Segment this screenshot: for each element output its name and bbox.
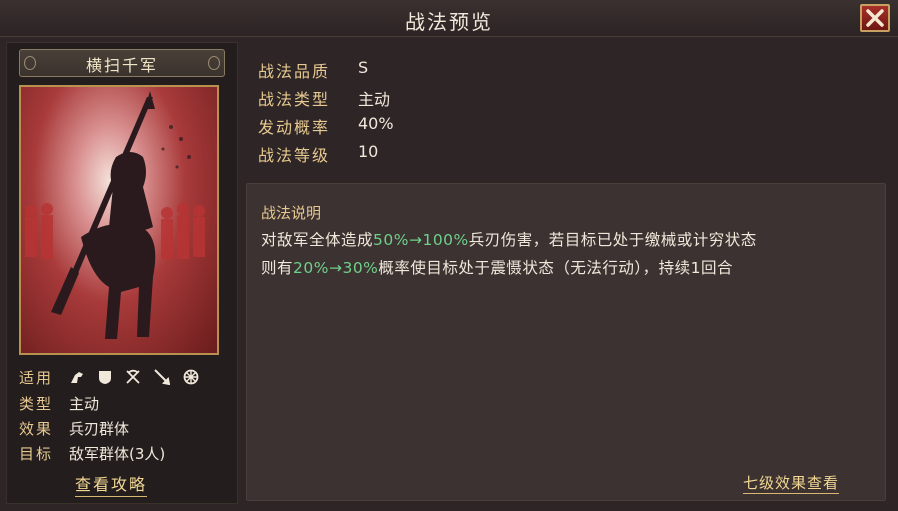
- spear-icon: [154, 368, 171, 389]
- attr-row-effect: 效果 兵刃群体: [19, 418, 129, 439]
- bow-icon: [125, 369, 141, 389]
- view-guide-button[interactable]: 查看攻略: [75, 471, 148, 497]
- close-button[interactable]: [860, 4, 890, 32]
- desc-line2-chance-range: 20%→30%: [293, 259, 379, 277]
- close-icon: [866, 9, 884, 27]
- shield-icon: [98, 369, 112, 389]
- desc-line1-text-c: 兵刃伤害，若目标已处于缴械或计穷状态: [468, 231, 757, 249]
- attr-key-type: 类型: [19, 395, 54, 413]
- rate-value: 40%: [358, 114, 394, 133]
- level7-effect-button[interactable]: 七级效果查看: [743, 472, 840, 494]
- description-heading: 战法说明: [261, 204, 322, 222]
- attr-key-target: 目标: [19, 445, 54, 463]
- skill-name-plate: 横扫千军: [19, 49, 225, 77]
- attr-value-type: 主动: [69, 395, 100, 413]
- cavalry-icon: [69, 369, 85, 389]
- attr-value-effect: 兵刃群体: [69, 420, 130, 438]
- desc-line1-damage-range: 50%→100%: [373, 231, 469, 249]
- wheel-icon: [183, 369, 199, 389]
- window-title: 战法预览: [405, 10, 493, 34]
- level-value: 10: [358, 142, 379, 161]
- warrior-silhouette-art: [25, 91, 205, 339]
- level-label: 战法等级: [258, 146, 331, 165]
- desc-line1-text-a: 对敌军全体造成: [261, 231, 374, 249]
- unit-type-icons: [69, 368, 207, 389]
- description-line-1: 对敌军全体造成50%→100%兵刃伤害，若目标已处于缴械或计穷状态: [261, 228, 757, 250]
- description-panel: 战法说明 对敌军全体造成50%→100%兵刃伤害，若目标已处于缴械或计穷状态 则…: [246, 183, 886, 501]
- skill-name: 横扫千军: [85, 56, 158, 75]
- description-line-2: 则有20%→30%概率使目标处于震慑状态（无法行动），持续1回合: [261, 256, 733, 278]
- attr-row-type: 类型 主动: [19, 393, 99, 414]
- quality-value: S: [358, 58, 369, 77]
- plate-ornament-right: [208, 56, 220, 70]
- type-label: 战法类型: [258, 90, 331, 109]
- skill-card-panel: 横扫千军 适用 类型 主动 效果 兵刃群体 目标 敌军群体(3人) 查看攻略: [6, 42, 238, 504]
- type-value: 主动: [358, 90, 391, 109]
- quality-label: 战法品质: [258, 62, 331, 81]
- skill-card-art: [19, 85, 219, 355]
- attr-key-effect: 效果: [19, 420, 54, 438]
- attr-row-applicable: 适用: [19, 367, 69, 388]
- rate-label: 发动概率: [258, 118, 331, 137]
- attr-row-target: 目标 敌军群体(3人): [19, 443, 165, 464]
- attr-key-applicable: 适用: [19, 369, 54, 387]
- desc-line2-text-c: 概率使目标处于震慑状态（无法行动），持续1回合: [378, 259, 734, 277]
- desc-line2-text-a: 则有: [261, 259, 294, 277]
- attr-value-target: 敌军群体(3人): [69, 445, 166, 463]
- title-bar: 战法预览: [0, 0, 898, 37]
